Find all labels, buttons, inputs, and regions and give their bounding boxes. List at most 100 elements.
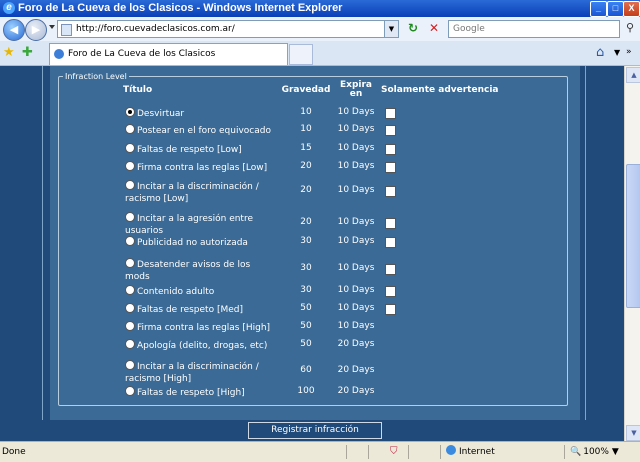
zoom-control[interactable]: 🔍 100% ▼ (570, 442, 619, 462)
warning-only-checkbox[interactable] (385, 237, 396, 248)
favorites-star-icon[interactable]: ★ (3, 45, 15, 60)
warning-only-checkbox[interactable] (385, 304, 396, 315)
chevron-down-icon: ▼ (631, 429, 637, 437)
infraction-option[interactable]: Publicidad no autorizada (125, 236, 275, 249)
arrow-right-icon: ▶ (31, 23, 41, 36)
header-advertencia: Solamente advertencia (381, 85, 499, 95)
home-dropdown-icon[interactable]: ▼ (614, 45, 620, 60)
infraction-radio[interactable] (125, 107, 135, 117)
stop-button[interactable]: ✕ (426, 20, 442, 36)
infraction-points: 15 (300, 143, 312, 153)
back-button[interactable]: ◀ (3, 19, 25, 41)
forward-button[interactable]: ▶ (25, 19, 47, 41)
close-button[interactable]: X (623, 1, 640, 17)
infraction-radio[interactable] (125, 360, 135, 370)
infraction-expires: 20 Days (337, 386, 375, 396)
site-favicon-icon (54, 49, 64, 59)
status-separator (368, 445, 369, 459)
infraction-radio[interactable] (125, 321, 135, 331)
infraction-radio[interactable] (125, 180, 135, 190)
maximize-button[interactable]: □ (607, 1, 624, 17)
infraction-points: 50 (300, 321, 312, 331)
scroll-thumb[interactable] (626, 164, 640, 308)
warning-only-checkbox[interactable] (385, 144, 396, 155)
security-zone[interactable]: Internet (446, 442, 495, 462)
warning-only-checkbox[interactable] (385, 125, 396, 136)
infraction-option[interactable]: Contenido adulto (125, 285, 275, 298)
tab-active[interactable]: Foro de La Cueva de los Clasicos (49, 43, 288, 65)
infraction-expires: 10 Days (337, 321, 375, 331)
infraction-option[interactable]: Faltas de respeto [Low] (125, 143, 275, 156)
tab-label: Foro de La Cueva de los Clasicos (68, 49, 216, 59)
infraction-expires: 20 Days (337, 365, 375, 375)
search-input[interactable]: Google (448, 20, 620, 38)
minimize-button[interactable]: _ (590, 1, 607, 17)
infraction-radio[interactable] (125, 143, 135, 153)
infraction-option[interactable]: Incitar a la discriminación / racismo [H… (125, 360, 275, 385)
infraction-option[interactable]: Desvirtuar (125, 107, 275, 120)
infraction-radio[interactable] (125, 386, 135, 396)
infraction-option[interactable]: Apología (delito, drogas, etc) (125, 339, 275, 352)
status-bar: Done ⛉ Internet 🔍 100% ▼ (0, 441, 640, 462)
infraction-option[interactable]: Firma contra las reglas [Low] (125, 161, 275, 174)
infraction-expires: 10 Days (337, 217, 375, 227)
infraction-title: Incitar a la discriminación / racismo [L… (125, 182, 259, 204)
warning-only-checkbox[interactable] (385, 286, 396, 297)
infraction-title: Incitar a la agresión entre usuarios (125, 214, 254, 236)
infraction-title: Firma contra las reglas [High] (137, 323, 271, 333)
infraction-points: 60 (300, 365, 312, 375)
infraction-option[interactable]: Incitar a la agresión entre usuarios (125, 212, 275, 237)
vertical-scrollbar[interactable]: ▲ ▼ (624, 66, 640, 441)
search-icon: ⚲ (625, 21, 635, 34)
scroll-up-button[interactable]: ▲ (626, 67, 640, 83)
warning-only-checkbox[interactable] (385, 162, 396, 173)
refresh-button[interactable]: ↻ (405, 20, 421, 36)
home-icon[interactable]: ⌂ (596, 45, 604, 60)
history-dropdown[interactable] (49, 25, 55, 29)
infraction-option[interactable]: Desatender avisos de los mods (125, 258, 275, 283)
chevron-up-icon: ▲ (631, 71, 637, 79)
infraction-expires: 10 Days (337, 107, 375, 117)
new-tab-button[interactable] (289, 44, 313, 65)
security-zone-label: Internet (459, 447, 495, 457)
infraction-radio[interactable] (125, 212, 135, 222)
infraction-title: Faltas de respeto [Med] (137, 305, 243, 315)
infraction-radio[interactable] (125, 124, 135, 134)
infraction-option[interactable]: Faltas de respeto [Med] (125, 303, 275, 316)
infraction-expires: 10 Days (337, 285, 375, 295)
infraction-option[interactable]: Postear en el foro equivocado (125, 124, 275, 137)
infraction-option[interactable]: Firma contra las reglas [High] (125, 321, 275, 334)
infraction-radio[interactable] (125, 303, 135, 313)
address-bar[interactable]: http://foro.cuevadeclasicos.com.ar/ ▼ (57, 20, 399, 38)
infraction-radio[interactable] (125, 161, 135, 171)
add-favorites-icon[interactable]: ✚ (22, 45, 33, 60)
search-button[interactable]: ⚲ (622, 20, 638, 36)
chevron-down-icon: ▼ (388, 25, 395, 33)
warning-only-checkbox[interactable] (385, 108, 396, 119)
infraction-radio[interactable] (125, 285, 135, 295)
infraction-expires: 10 Days (337, 124, 375, 134)
warning-only-checkbox[interactable] (385, 218, 396, 229)
infraction-points: 30 (300, 285, 312, 295)
warning-only-checkbox[interactable] (385, 186, 396, 197)
address-toolbar: ◀ ▶ http://foro.cuevadeclasicos.com.ar/ … (0, 17, 640, 42)
address-dropdown-button[interactable]: ▼ (384, 21, 398, 37)
infraction-radio[interactable] (125, 236, 135, 246)
infraction-option[interactable]: Faltas de respeto [High] (125, 386, 275, 399)
infraction-radio[interactable] (125, 339, 135, 349)
infraction-radio[interactable] (125, 258, 135, 268)
page-icon (61, 24, 72, 36)
warning-only-checkbox[interactable] (385, 264, 396, 275)
toolbar-overflow-icon[interactable]: » (626, 45, 632, 60)
infraction-title: Firma contra las reglas [Low] (137, 163, 268, 173)
address-url[interactable]: http://foro.cuevadeclasicos.com.ar/ (76, 21, 235, 37)
register-infraction-button[interactable]: Registrar infracción (248, 422, 382, 439)
window-title: Foro de La Cueva de los Clasicos - Windo… (18, 2, 343, 14)
infraction-option[interactable]: Incitar a la discriminación / racismo [L… (125, 180, 275, 205)
infraction-legend: Infraction Level (65, 72, 127, 81)
infraction-title: Incitar a la discriminación / racismo [H… (125, 362, 259, 384)
infraction-points: 50 (300, 339, 312, 349)
infraction-expires: 10 Days (337, 303, 375, 313)
status-separator (564, 445, 565, 459)
scroll-down-button[interactable]: ▼ (626, 425, 640, 441)
